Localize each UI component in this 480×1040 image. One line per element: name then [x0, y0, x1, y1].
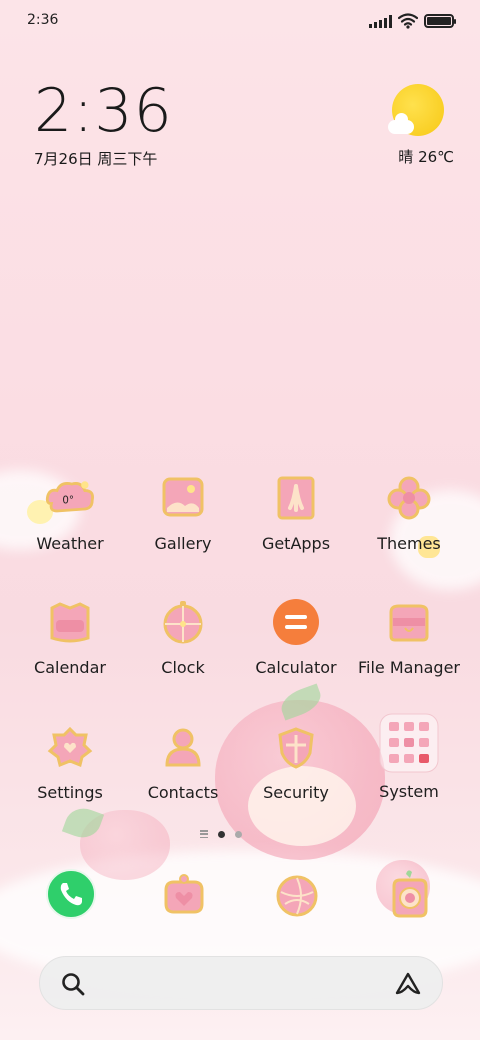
page-dot[interactable]	[235, 830, 242, 838]
app-folder-system[interactable]: System	[353, 713, 465, 801]
settings-icon	[44, 721, 96, 773]
weather-badge: 0°	[62, 496, 74, 507]
status-time: 2:36	[27, 12, 59, 28]
app-clock[interactable]: Clock	[127, 596, 239, 677]
app-contacts[interactable]: Contacts	[127, 721, 239, 802]
status-bar: 2:36	[0, 0, 480, 42]
app-calendar[interactable]: Calendar	[14, 596, 126, 677]
calendar-icon	[44, 596, 96, 648]
clock-icon	[157, 596, 209, 648]
app-label: Clock	[161, 658, 205, 677]
system-folder-icon	[379, 713, 439, 773]
app-getapps[interactable]: GetApps	[240, 472, 352, 553]
app-file-manager[interactable]: File Manager	[353, 596, 465, 677]
folder-icon	[383, 596, 435, 648]
app-label: Settings	[37, 783, 103, 802]
themes-icon	[383, 472, 435, 524]
weather-app-icon: 0°	[44, 472, 96, 524]
app-label: File Manager	[358, 658, 460, 677]
page-indicator[interactable]	[200, 830, 242, 838]
clock-widget[interactable]: 2:36 7月26日 周三下午	[34, 80, 173, 169]
app-label: Contacts	[147, 783, 219, 802]
app-label: Gallery	[154, 534, 212, 553]
app-label: Weather	[36, 534, 104, 553]
messages-icon[interactable]	[158, 870, 210, 922]
assistant-icon[interactable]	[394, 971, 422, 997]
app-themes[interactable]: Themes	[353, 472, 465, 553]
app-calculator[interactable]: Calculator	[240, 596, 352, 677]
contacts-icon	[157, 721, 209, 773]
app-label: GetApps	[261, 534, 331, 553]
security-shield-icon	[270, 721, 322, 773]
phone-icon[interactable]	[45, 868, 97, 920]
page-dot-active[interactable]	[218, 830, 225, 838]
getapps-icon	[270, 472, 322, 524]
app-label: Themes	[377, 534, 441, 553]
app-security[interactable]: Security	[240, 721, 352, 802]
widget-time: 2:36	[34, 76, 173, 146]
wifi-icon	[398, 13, 418, 29]
app-gallery[interactable]: Gallery	[127, 472, 239, 553]
app-weather[interactable]: 0° Weather	[14, 472, 126, 553]
weather-summary: 晴 26℃	[398, 148, 454, 166]
app-label: System	[379, 782, 439, 801]
camera-icon[interactable]	[384, 866, 436, 918]
app-label: Calculator	[255, 658, 337, 677]
search-bar[interactable]	[39, 956, 443, 1010]
sunny-cloud-icon	[388, 84, 444, 136]
app-settings[interactable]: Settings	[14, 721, 126, 802]
status-icons	[369, 12, 456, 30]
app-list-indicator-icon[interactable]	[200, 830, 208, 838]
browser-icon[interactable]	[271, 870, 323, 922]
signal-icon	[369, 14, 392, 28]
app-label: Security	[263, 783, 329, 802]
widget-date: 7月26日 周三下午	[34, 150, 158, 168]
calculator-icon	[270, 596, 322, 648]
search-icon	[62, 973, 85, 996]
weather-widget[interactable]: 晴 26℃	[388, 84, 454, 166]
battery-icon	[424, 14, 456, 28]
gallery-icon	[157, 472, 209, 524]
app-label: Calendar	[34, 658, 106, 677]
